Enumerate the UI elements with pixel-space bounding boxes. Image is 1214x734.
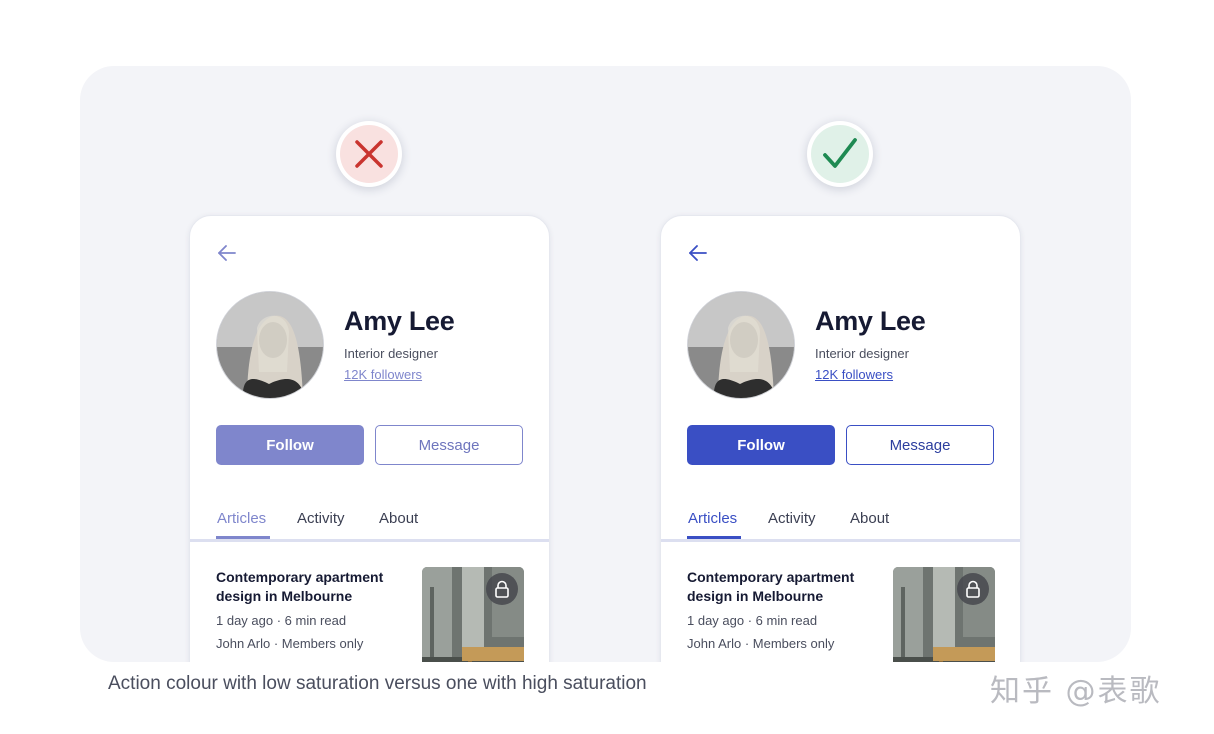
article-author: John Arlo · Members only — [687, 636, 835, 651]
article-title[interactable]: Contemporary apartment design in Melbour… — [216, 568, 406, 606]
article-thumbnail[interactable] — [422, 567, 524, 662]
follow-button[interactable]: Follow — [687, 425, 835, 465]
tab-about[interactable]: About — [850, 510, 889, 527]
followers-link[interactable]: 12K followers — [344, 367, 422, 382]
avatar — [687, 291, 795, 399]
watermark: 知乎 @表歌 — [990, 674, 1162, 709]
tab-articles[interactable]: Articles — [217, 510, 266, 527]
profile-card-high-saturation: Amy Lee Interior designer 12K followers … — [660, 215, 1021, 662]
article-thumbnail[interactable] — [893, 567, 995, 662]
active-tab-indicator — [687, 536, 741, 539]
profile-card-low-saturation: Amy Lee Interior designer 12K followers … — [189, 215, 550, 662]
avatar — [216, 291, 324, 399]
tab-about[interactable]: About — [379, 510, 418, 527]
tab-activity[interactable]: Activity — [768, 510, 816, 527]
profile-name: Amy Lee — [344, 306, 455, 336]
profile-role: Interior designer — [815, 346, 909, 361]
article-meta: 1 day ago · 6 min read — [687, 613, 818, 628]
message-button[interactable]: Message — [375, 425, 523, 465]
x-icon — [355, 140, 383, 168]
check-icon — [823, 138, 857, 168]
comparison-panel: Amy Lee Interior designer 12K followers … — [80, 66, 1131, 662]
tab-articles[interactable]: Articles — [688, 510, 737, 527]
followers-link[interactable]: 12K followers — [815, 367, 893, 382]
tab-activity[interactable]: Activity — [297, 510, 345, 527]
incorrect-badge — [336, 121, 402, 187]
back-arrow-icon[interactable] — [216, 242, 238, 264]
article-title[interactable]: Contemporary apartment design in Melbour… — [687, 568, 877, 606]
lock-icon — [486, 573, 518, 605]
back-arrow-icon[interactable] — [687, 242, 709, 264]
article-author: John Arlo · Members only — [216, 636, 364, 651]
figure-caption: Action colour with low saturation versus… — [108, 673, 647, 694]
message-button[interactable]: Message — [846, 425, 994, 465]
lock-icon — [957, 573, 989, 605]
correct-badge — [807, 121, 873, 187]
active-tab-indicator — [216, 536, 270, 539]
article-meta: 1 day ago · 6 min read — [216, 613, 347, 628]
profile-name: Amy Lee — [815, 306, 926, 336]
follow-button[interactable]: Follow — [216, 425, 364, 465]
profile-role: Interior designer — [344, 346, 438, 361]
